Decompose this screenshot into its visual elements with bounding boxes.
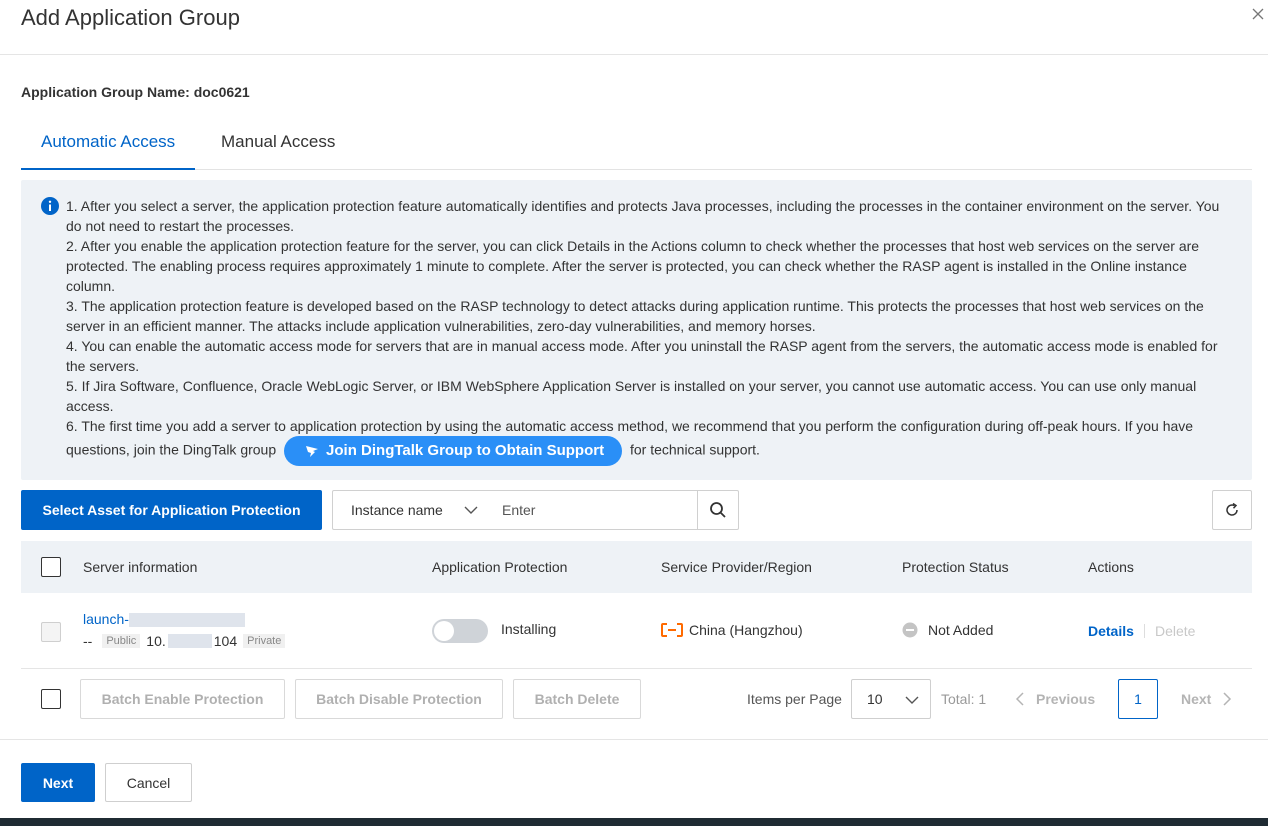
public-tag: Public — [102, 634, 141, 648]
info-line-6: 6. The first time you add a server to ap… — [66, 416, 1232, 466]
tab-manual-access[interactable]: Manual Access — [201, 122, 355, 170]
status-text: Not Added — [928, 622, 994, 638]
header-server-information: Server information — [83, 559, 198, 575]
info-line-6-tail: for technical support. — [629, 441, 760, 458]
protection-state-text: Installing — [501, 621, 557, 637]
items-per-page-label: Items per Page — [747, 691, 842, 707]
batch-select-checkbox[interactable] — [41, 689, 61, 709]
info-icon — [41, 197, 59, 215]
private-ip-suffix: 104 — [213, 633, 238, 649]
redacted-name — [128, 613, 245, 628]
chevron-left-icon — [1015, 692, 1024, 706]
protection-status: Not Added — [902, 622, 993, 638]
server-name-link[interactable]: launch- — [83, 611, 245, 628]
header-actions: Actions — [1088, 559, 1134, 575]
batch-delete-button[interactable]: Batch Delete — [513, 679, 641, 719]
dingtalk-icon — [306, 446, 319, 457]
search-type-label: Instance name — [351, 502, 443, 518]
page-size-value: 10 — [867, 691, 883, 707]
info-text: 1. After you select a server, the applic… — [66, 196, 1232, 466]
minus-circle-icon — [902, 622, 918, 638]
access-tabs: Automatic Access Manual Access — [21, 122, 1252, 170]
search-group: Instance name — [332, 490, 739, 530]
delete-link[interactable]: Delete — [1155, 623, 1195, 639]
header-application-protection: Application Protection — [432, 559, 568, 575]
page-number-1[interactable]: 1 — [1118, 679, 1158, 719]
join-dingtalk-button[interactable]: Join DingTalk Group to Obtain Support — [284, 436, 623, 466]
table-header: Server information Application Protectio… — [21, 541, 1252, 593]
previous-page-button[interactable]: Previous — [1014, 691, 1095, 707]
info-line-5: 5. If Jira Software, Confluence, Oracle … — [66, 378, 1197, 414]
table-row: launch- -- Public 10. 104 Private Instal… — [21, 593, 1252, 669]
page-size-select[interactable]: 10 — [851, 679, 931, 719]
action-divider — [1144, 624, 1145, 638]
info-line-1: 1. After you select a server, the applic… — [66, 198, 1220, 234]
details-link[interactable]: Details — [1088, 623, 1134, 639]
info-line-3: 3. The application protection feature is… — [66, 298, 1204, 334]
server-name-prefix: launch- — [83, 611, 129, 627]
region-text: China (Hangzhou) — [689, 622, 803, 638]
next-page-button[interactable]: Next — [1181, 691, 1233, 707]
group-name-label: Application Group Name: — [21, 84, 190, 100]
public-ip-placeholder: -- — [83, 633, 93, 649]
header-service-provider-region: Service Provider/Region — [661, 559, 812, 575]
batch-enable-protection-button[interactable]: Batch Enable Protection — [80, 679, 285, 719]
application-group-name: Application Group Name: doc0621 — [21, 84, 250, 100]
chevron-right-icon — [1223, 692, 1232, 706]
next-label: Next — [1181, 691, 1212, 707]
join-dingtalk-label: Join DingTalk Group to Obtain Support — [326, 442, 605, 459]
search-input[interactable] — [489, 491, 697, 529]
info-notice: 1. After you select a server, the applic… — [21, 180, 1252, 480]
toggle-knob — [434, 621, 454, 641]
refresh-button[interactable] — [1212, 490, 1252, 530]
close-icon[interactable] — [1250, 6, 1266, 22]
cancel-button[interactable]: Cancel — [105, 763, 192, 802]
search-button[interactable] — [697, 491, 738, 529]
refresh-icon — [1226, 502, 1238, 516]
bottom-bar — [0, 818, 1268, 826]
previous-label: Previous — [1036, 691, 1096, 707]
chevron-down-icon — [464, 506, 478, 514]
dialog-header: Add Application Group — [0, 0, 1268, 55]
batch-disable-protection-button[interactable]: Batch Disable Protection — [295, 679, 503, 719]
search-type-select[interactable]: Instance name — [333, 491, 489, 529]
server-ip-line: -- Public 10. 104 Private — [83, 633, 291, 649]
header-protection-status: Protection Status — [902, 559, 1009, 575]
select-asset-button[interactable]: Select Asset for Application Protection — [21, 490, 322, 530]
dialog-title: Add Application Group — [21, 5, 240, 30]
redacted-ip — [167, 634, 212, 648]
region-cell: China (Hangzhou) — [661, 622, 803, 638]
private-ip-prefix: 10. — [146, 633, 166, 649]
alibaba-cloud-icon — [661, 623, 683, 637]
select-all-checkbox[interactable] — [41, 557, 61, 577]
tab-automatic-access[interactable]: Automatic Access — [21, 122, 196, 170]
group-name-value: doc0621 — [193, 84, 250, 100]
row-checkbox[interactable] — [41, 622, 61, 642]
total-count: Total: 1 — [941, 691, 987, 707]
footer-divider — [0, 739, 1268, 740]
private-tag: Private — [243, 634, 286, 648]
chevron-down-icon — [905, 696, 919, 704]
next-button[interactable]: Next — [21, 763, 95, 802]
protection-toggle[interactable] — [432, 619, 488, 643]
info-line-2: 2. After you enable the application prot… — [66, 238, 1200, 294]
search-icon — [710, 502, 726, 518]
info-line-4: 4. You can enable the automatic access m… — [66, 338, 1218, 374]
